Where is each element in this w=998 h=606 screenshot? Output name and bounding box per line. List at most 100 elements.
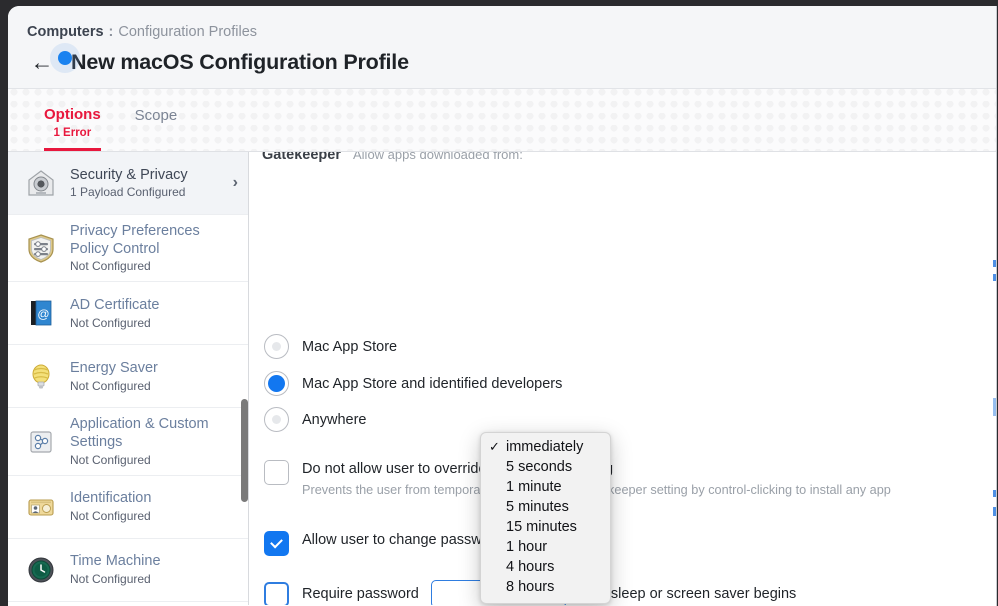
checkbox-label: Require password xyxy=(302,585,419,604)
dropdown-option-immediately[interactable]: ✓ immediately xyxy=(481,437,610,457)
dropdown-option-label: 8 hours xyxy=(506,579,554,595)
checkbox-allow-user-to-change-password[interactable]: Allow user to change password xyxy=(264,531,503,556)
right-edge-artifact xyxy=(993,507,996,516)
sidebar-item-text: Identification Not Configured xyxy=(70,490,238,523)
sidebar-item-text: Privacy Preferences Policy Control Not C… xyxy=(70,223,238,273)
dropdown-option-label: 5 minutes xyxy=(506,499,569,515)
payload-sidebar: Security & Privacy 1 Payload Configured … xyxy=(8,152,249,605)
sidebar-item-status: Not Configured xyxy=(70,453,238,467)
checkbox-label: Allow user to change password xyxy=(302,531,503,550)
radio-mac-app-store-and-identified-developers[interactable]: Mac App Store and identified developers xyxy=(264,371,562,396)
tab-options-error-count: 1 Error xyxy=(44,126,101,140)
sidebar-item-title: Identification xyxy=(70,490,238,508)
sidebar-item-text: AD Certificate Not Configured xyxy=(70,297,238,330)
sidebar-item-text: Security & Privacy 1 Payload Configured xyxy=(70,167,220,200)
radio-mac-app-store[interactable]: Mac App Store xyxy=(264,334,397,359)
title-row: ← New macOS Configuration Profile xyxy=(27,46,409,78)
gatekeeper-section-header: Gatekeeper Allow apps downloaded from: xyxy=(262,152,523,164)
sidebar-item-status: 1 Payload Configured xyxy=(70,185,220,199)
sidebar-item-energy-saver[interactable]: Energy Saver Not Configured xyxy=(8,345,248,408)
right-edge-artifact xyxy=(993,274,996,281)
tab-options-label: Options xyxy=(44,106,101,125)
page-header: Computers:Configuration Profiles ← New m… xyxy=(8,6,996,89)
dropdown-option-4-hours[interactable]: 4 hours xyxy=(481,557,610,577)
right-edge-artifact xyxy=(993,490,996,497)
sidebar-scrollbar-thumb[interactable] xyxy=(241,399,248,502)
gatekeeper-title: Gatekeeper xyxy=(262,152,341,163)
dropdown-option-label: immediately xyxy=(506,439,583,455)
radio-indicator xyxy=(264,334,289,359)
checkbox-indicator-checked xyxy=(264,531,289,556)
tab-scope[interactable]: Scope xyxy=(135,107,178,151)
right-edge-artifact xyxy=(993,260,996,267)
chevron-right-icon[interactable]: › xyxy=(220,174,238,192)
breadcrumb: Computers:Configuration Profiles xyxy=(27,24,257,40)
dropdown-option-5-minutes[interactable]: 5 minutes xyxy=(481,497,610,517)
sidebar-item-identification[interactable]: Identification Not Configured xyxy=(8,476,248,539)
desktop-frame: Computers:Configuration Profiles ← New m… xyxy=(0,0,998,606)
sidebar-item-title: Privacy Preferences Policy Control xyxy=(70,223,238,258)
sidebar-item-ad-certificate[interactable]: @ AD Certificate Not Configured xyxy=(8,282,248,345)
radio-anywhere[interactable]: Anywhere xyxy=(264,407,366,432)
checkbox-indicator xyxy=(264,460,289,485)
tab-scope-label: Scope xyxy=(135,107,178,126)
privacy-preferences-icon xyxy=(24,231,58,265)
dropdown-option-label: 15 minutes xyxy=(506,519,577,535)
sidebar-item-status: Not Configured xyxy=(70,379,238,393)
application-window: Computers:Configuration Profiles ← New m… xyxy=(8,6,997,606)
radio-label: Mac App Store xyxy=(302,339,397,355)
ad-certificate-icon: @ xyxy=(24,296,58,330)
radio-indicator xyxy=(264,407,289,432)
sidebar-item-status: Not Configured xyxy=(70,316,238,330)
breadcrumb-separator: : xyxy=(109,24,114,40)
checkbox-text: Require password xyxy=(302,585,419,604)
energy-saver-icon xyxy=(24,359,58,393)
breadcrumb-current: Configuration Profiles xyxy=(118,24,257,40)
dropdown-option-8-hours[interactable]: 8 hours xyxy=(481,577,610,597)
sidebar-item-application-custom-settings[interactable]: Application & Custom Settings Not Config… xyxy=(8,408,248,475)
svg-text:@: @ xyxy=(37,307,49,321)
notification-dot-icon xyxy=(58,51,72,65)
dropdown-option-1-minute[interactable]: 1 minute xyxy=(481,477,610,497)
tab-options[interactable]: Options 1 Error xyxy=(44,106,101,151)
radio-label: Mac App Store and identified developers xyxy=(302,376,562,392)
sidebar-item-title: Security & Privacy xyxy=(70,167,220,185)
breadcrumb-parent[interactable]: Computers xyxy=(27,24,104,40)
identification-icon xyxy=(24,490,58,524)
page-title: New macOS Configuration Profile xyxy=(71,50,409,75)
sidebar-item-privacy-preferences-policy-control[interactable]: Privacy Preferences Policy Control Not C… xyxy=(8,215,248,282)
gatekeeper-subtitle: Allow apps downloaded from: xyxy=(353,152,523,162)
right-edge-artifact xyxy=(993,398,996,416)
payload-options-panel: Gatekeeper Allow apps downloaded from: Ma… xyxy=(249,152,996,605)
back-arrow-icon[interactable]: ← xyxy=(27,47,57,77)
sidebar-item-text: Application & Custom Settings Not Config… xyxy=(70,416,238,466)
delay-dropdown-menu[interactable]: ✓ immediately 5 seconds 1 minute 5 minut… xyxy=(480,432,611,604)
tab-list: Options 1 Error Scope xyxy=(44,89,177,151)
radio-label: Anywhere xyxy=(302,412,366,428)
sidebar-item-status: Not Configured xyxy=(70,572,238,586)
sidebar-item-status: Not Configured xyxy=(70,259,238,273)
security-privacy-icon xyxy=(24,166,58,200)
sidebar-item-title: Time Machine xyxy=(70,553,238,571)
dropdown-option-15-minutes[interactable]: 15 minutes xyxy=(481,517,610,537)
sidebar-item-title: Application & Custom Settings xyxy=(70,416,238,451)
sidebar-item-text: Energy Saver Not Configured xyxy=(70,360,238,393)
radio-indicator-selected xyxy=(264,371,289,396)
dropdown-option-1-hour[interactable]: 1 hour xyxy=(481,537,610,557)
application-custom-settings-icon xyxy=(24,425,58,459)
sidebar-item-text: Time Machine Not Configured xyxy=(70,553,238,586)
time-machine-icon xyxy=(24,553,58,587)
check-icon: ✓ xyxy=(489,437,500,457)
sidebar-item-status: Not Configured xyxy=(70,509,238,523)
sidebar-item-time-machine[interactable]: Time Machine Not Configured xyxy=(8,539,248,602)
dropdown-option-label: 1 hour xyxy=(506,539,547,555)
dropdown-option-label: 1 minute xyxy=(506,479,562,495)
dropdown-option-5-seconds[interactable]: 5 seconds xyxy=(481,457,610,477)
checkbox-text: Allow user to change password xyxy=(302,531,503,550)
sidebar-item-security-privacy[interactable]: Security & Privacy 1 Payload Configured … xyxy=(8,152,248,215)
tab-bar: Options 1 Error Scope xyxy=(8,89,996,152)
sidebar-item-title: Energy Saver xyxy=(70,360,238,378)
sidebar-item-title: AD Certificate xyxy=(70,297,238,315)
dropdown-option-label: 4 hours xyxy=(506,559,554,575)
checkbox-indicator-focused xyxy=(264,582,289,606)
